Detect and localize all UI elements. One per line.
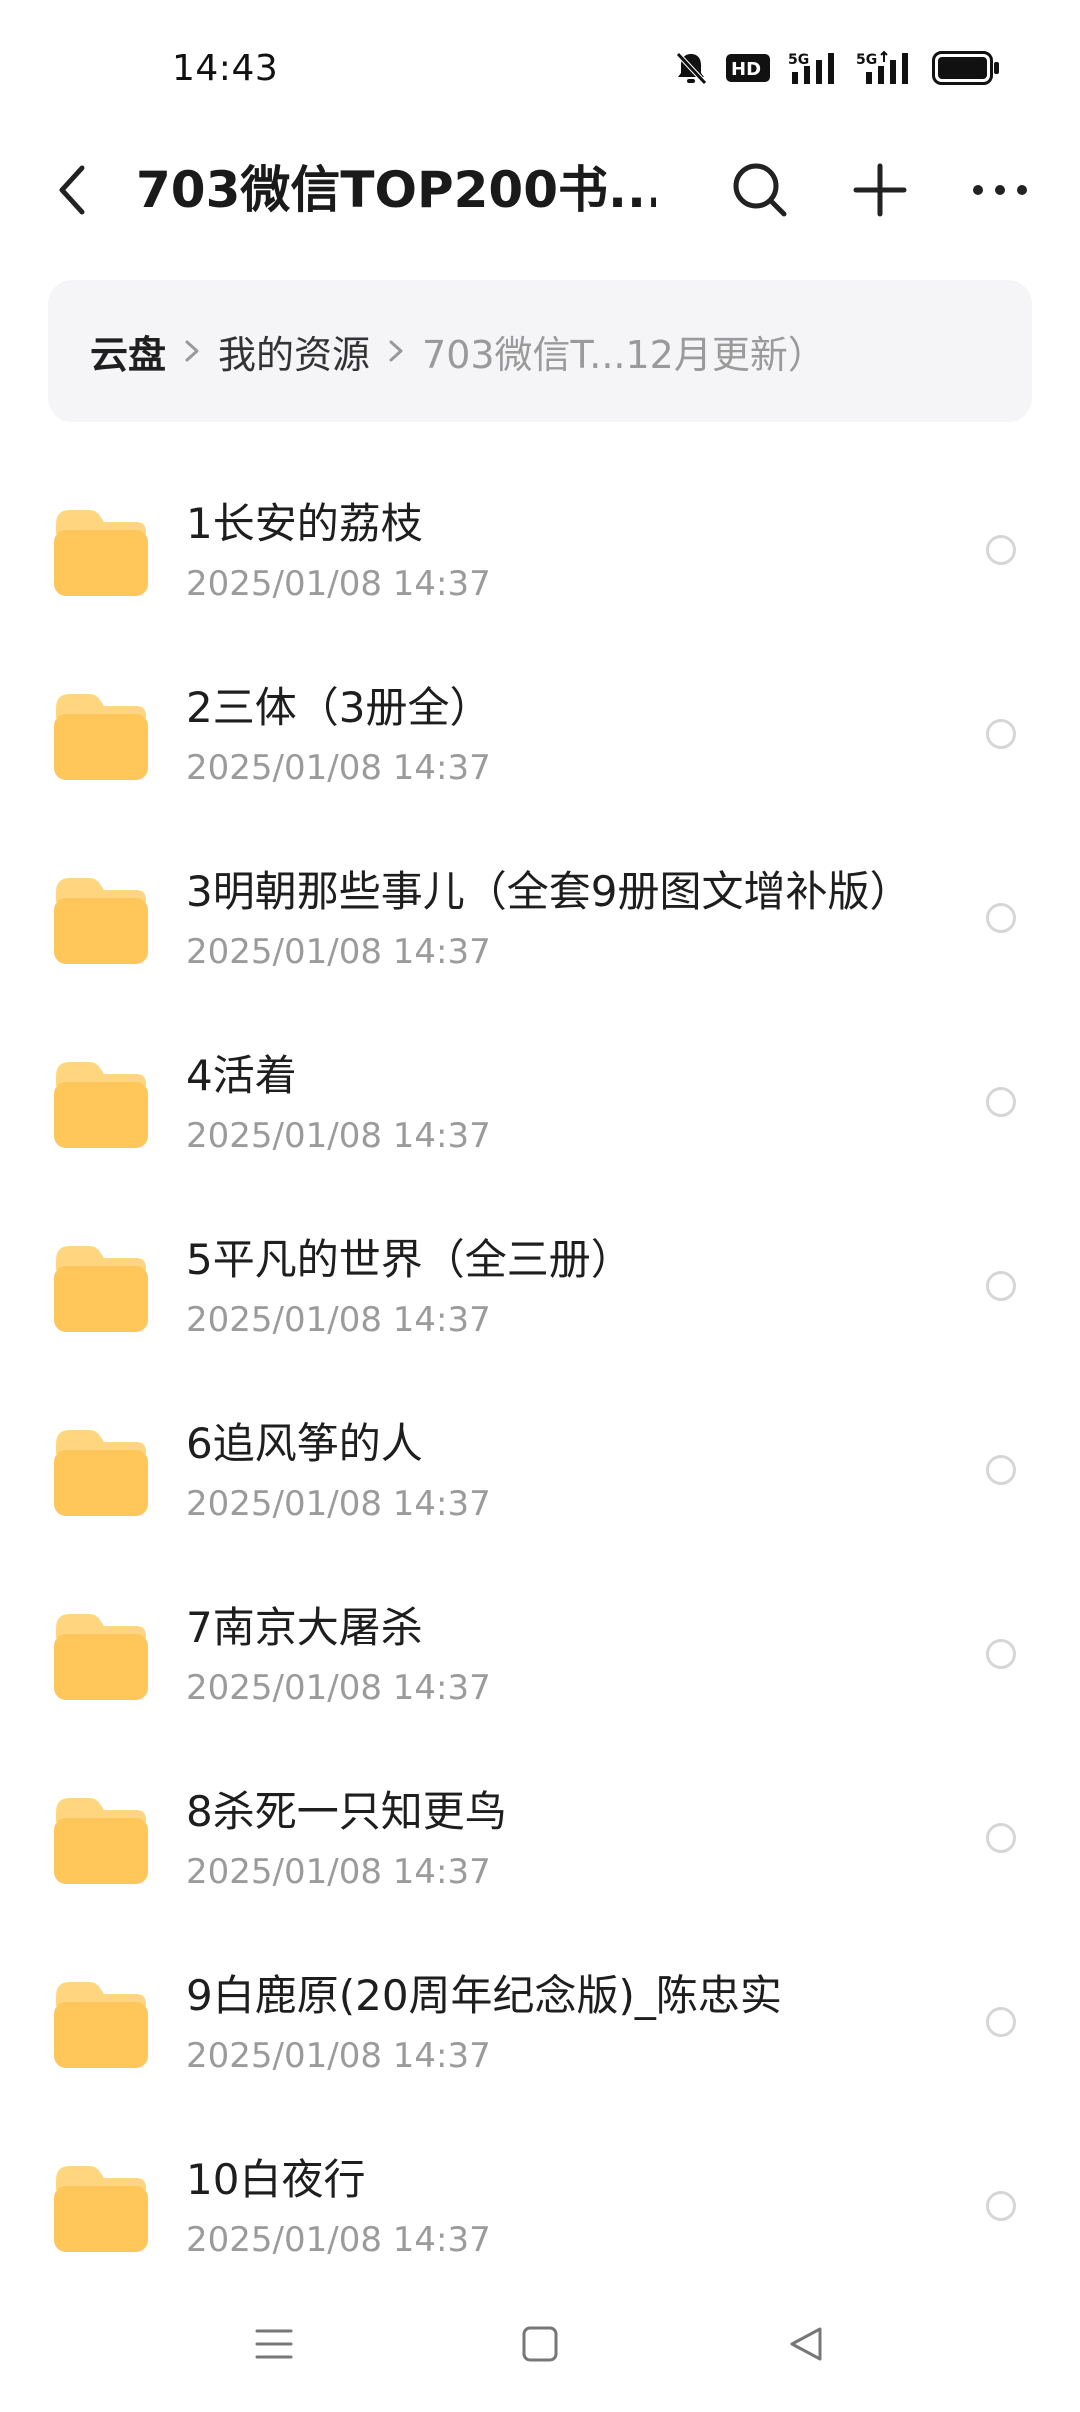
breadcrumb: 云盘 我的资源 703微信T...12月更新） bbox=[48, 280, 1032, 422]
folder-icon bbox=[54, 1246, 148, 1332]
list-item[interactable]: 4活着 2025/01/08 14:37 bbox=[0, 1012, 1080, 1196]
hd-label: HD bbox=[731, 59, 761, 80]
list-item[interactable]: 5平凡的世界（全三册） 2025/01/08 14:37 bbox=[0, 1196, 1080, 1380]
file-date: 2025/01/08 14:37 bbox=[186, 748, 491, 788]
select-checkbox[interactable] bbox=[986, 1455, 1016, 1485]
menu-icon bbox=[255, 2329, 293, 2359]
add-button[interactable] bbox=[848, 158, 912, 222]
select-checkbox[interactable] bbox=[986, 2007, 1016, 2037]
search-button[interactable] bbox=[728, 158, 792, 222]
status-icons: HD 5G 5G bbox=[674, 48, 1000, 88]
chevron-right-icon bbox=[172, 331, 212, 371]
file-date: 2025/01/08 14:37 bbox=[186, 2220, 491, 2260]
nav-home-button[interactable] bbox=[508, 2312, 572, 2376]
file-name: 4活着 bbox=[186, 1051, 297, 1100]
more-button[interactable] bbox=[968, 158, 1032, 222]
mute-bell-icon bbox=[674, 50, 708, 86]
status-bar: 14:43 HD 5G 5G bbox=[0, 0, 1080, 140]
network-label: 5G bbox=[856, 52, 877, 68]
file-name: 1长安的荔枝 bbox=[186, 499, 423, 548]
list-item[interactable]: 7南京大屠杀 2025/01/08 14:37 bbox=[0, 1564, 1080, 1748]
home-square-icon bbox=[522, 2326, 558, 2362]
back-arrow-icon bbox=[59, 165, 85, 215]
file-date: 2025/01/08 14:37 bbox=[186, 564, 491, 604]
search-icon bbox=[733, 163, 787, 217]
folder-icon bbox=[54, 510, 148, 596]
folder-icon bbox=[54, 1614, 148, 1700]
app-header: 703微信TOP200书... bbox=[0, 140, 1080, 240]
breadcrumb-item-root[interactable]: 云盘 bbox=[90, 324, 166, 379]
file-date: 2025/01/08 14:37 bbox=[186, 1484, 491, 1524]
select-checkbox[interactable] bbox=[986, 903, 1016, 933]
select-checkbox[interactable] bbox=[986, 2191, 1016, 2221]
nav-back-button[interactable] bbox=[774, 2312, 838, 2376]
status-time: 14:43 bbox=[172, 48, 279, 89]
folder-icon bbox=[54, 878, 148, 964]
select-checkbox[interactable] bbox=[986, 535, 1016, 565]
file-list: 1长安的荔枝 2025/01/08 14:37 2三体（3册全） 2025/01… bbox=[0, 460, 1080, 2300]
signal-5g-icon: 5G bbox=[788, 50, 838, 86]
folder-icon bbox=[54, 1062, 148, 1148]
list-item[interactable]: 3明朝那些事儿（全套9册图文增补版） 2025/01/08 14:37 bbox=[0, 828, 1080, 1012]
file-date: 2025/01/08 14:37 bbox=[186, 1852, 491, 1892]
select-checkbox[interactable] bbox=[986, 719, 1016, 749]
back-triangle-icon bbox=[790, 2327, 822, 2361]
file-date: 2025/01/08 14:37 bbox=[186, 1116, 491, 1156]
file-date: 2025/01/08 14:37 bbox=[186, 1668, 491, 1708]
select-checkbox[interactable] bbox=[986, 1271, 1016, 1301]
list-item[interactable]: 6追风筝的人 2025/01/08 14:37 bbox=[0, 1380, 1080, 1564]
back-button[interactable] bbox=[40, 158, 104, 222]
file-name: 8杀死一只知更鸟 bbox=[186, 1787, 507, 1836]
folder-icon bbox=[54, 1430, 148, 1516]
select-checkbox[interactable] bbox=[986, 1823, 1016, 1853]
network-label: 5G bbox=[788, 52, 809, 68]
system-nav-bar bbox=[0, 2290, 1080, 2412]
file-name: 6追风筝的人 bbox=[186, 1419, 423, 1468]
list-item[interactable]: 1长安的荔枝 2025/01/08 14:37 bbox=[0, 460, 1080, 644]
folder-icon bbox=[54, 1798, 148, 1884]
signal-5g-icon: 5G bbox=[856, 50, 914, 86]
breadcrumb-item-current: 703微信T...12月更新） bbox=[422, 332, 826, 377]
file-name: 2三体（3册全） bbox=[186, 683, 492, 732]
folder-icon bbox=[54, 2166, 148, 2252]
list-item[interactable]: 10白夜行 2025/01/08 14:37 bbox=[0, 2116, 1080, 2300]
file-name: 10白夜行 bbox=[186, 2155, 366, 2204]
plus-icon bbox=[853, 163, 907, 217]
file-name: 9白鹿原(20周年纪念版)_陈忠实 bbox=[186, 1971, 782, 2020]
folder-icon bbox=[54, 694, 148, 780]
file-name: 5平凡的世界（全三册） bbox=[186, 1235, 633, 1284]
file-date: 2025/01/08 14:37 bbox=[186, 932, 491, 972]
list-item[interactable]: 9白鹿原(20周年纪念版)_陈忠实 2025/01/08 14:37 bbox=[0, 1932, 1080, 2116]
list-item[interactable]: 8杀死一只知更鸟 2025/01/08 14:37 bbox=[0, 1748, 1080, 1932]
select-checkbox[interactable] bbox=[986, 1639, 1016, 1669]
select-checkbox[interactable] bbox=[986, 1087, 1016, 1117]
list-item[interactable]: 2三体（3册全） 2025/01/08 14:37 bbox=[0, 644, 1080, 828]
hd-icon: HD bbox=[726, 53, 770, 83]
battery-icon bbox=[932, 51, 1000, 85]
file-date: 2025/01/08 14:37 bbox=[186, 2036, 491, 2076]
more-icon bbox=[973, 185, 1027, 195]
folder-icon bbox=[54, 1982, 148, 2068]
file-date: 2025/01/08 14:37 bbox=[186, 1300, 491, 1340]
page-title: 703微信TOP200书... bbox=[136, 161, 656, 219]
chevron-right-icon bbox=[376, 331, 416, 371]
file-name: 3明朝那些事儿（全套9册图文增补版） bbox=[186, 867, 912, 916]
nav-menu-button[interactable] bbox=[242, 2312, 306, 2376]
file-name: 7南京大屠杀 bbox=[186, 1603, 423, 1652]
breadcrumb-item-resources[interactable]: 我的资源 bbox=[218, 324, 370, 379]
